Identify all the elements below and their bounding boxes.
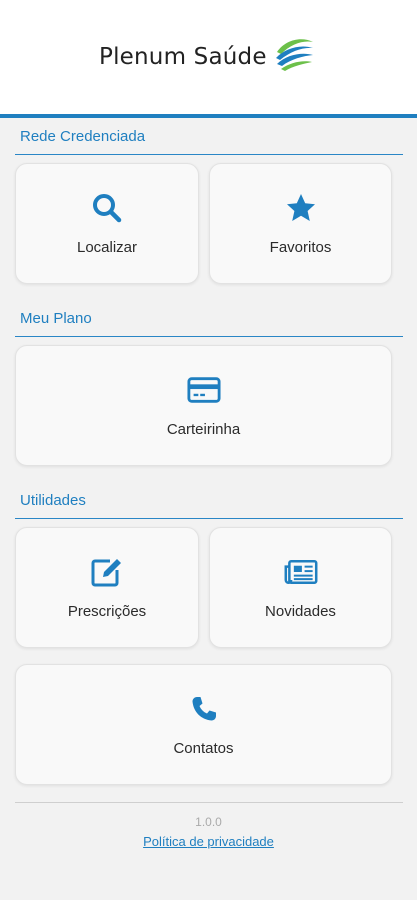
brand-name: Plenum Saúde	[99, 44, 267, 70]
brand-logo-icon	[275, 39, 313, 71]
star-icon	[284, 191, 318, 225]
privacy-policy-link[interactable]: Política de privacidade	[0, 834, 417, 849]
prescricoes-label: Prescrições	[67, 603, 147, 620]
edit-icon	[90, 555, 124, 589]
localizar-label: Localizar	[76, 239, 138, 256]
carteirinha-label: Carteirinha	[166, 421, 241, 438]
section-title-utilidades: Utilidades	[20, 492, 86, 509]
favoritos-card[interactable]: Favoritos	[209, 163, 392, 284]
section-divider	[15, 336, 403, 337]
contatos-label: Contatos	[173, 740, 234, 757]
contatos-card[interactable]: Contatos	[15, 664, 392, 785]
section-title-meu-plano: Meu Plano	[20, 310, 92, 327]
localizar-card[interactable]: Localizar	[15, 163, 199, 284]
favoritos-label: Favoritos	[269, 239, 332, 256]
app-version: 1.0.0	[195, 815, 222, 829]
app-header: Plenum Saúde	[0, 0, 417, 118]
section-divider	[15, 518, 403, 519]
section-title-rede-credenciada: Rede Credenciada	[20, 128, 146, 145]
search-icon	[90, 191, 124, 225]
prescricoes-card[interactable]: Prescrições	[15, 527, 199, 648]
footer-divider	[15, 802, 403, 803]
brand: Plenum Saúde	[99, 39, 315, 74]
phone-icon	[187, 692, 221, 726]
newspaper-icon	[284, 555, 318, 589]
section-divider	[15, 154, 403, 155]
novidades-card[interactable]: Novidades	[209, 527, 392, 648]
carteirinha-card[interactable]: Carteirinha	[15, 345, 392, 466]
credit-card-icon	[186, 373, 221, 407]
novidades-label: Novidades	[265, 603, 336, 620]
